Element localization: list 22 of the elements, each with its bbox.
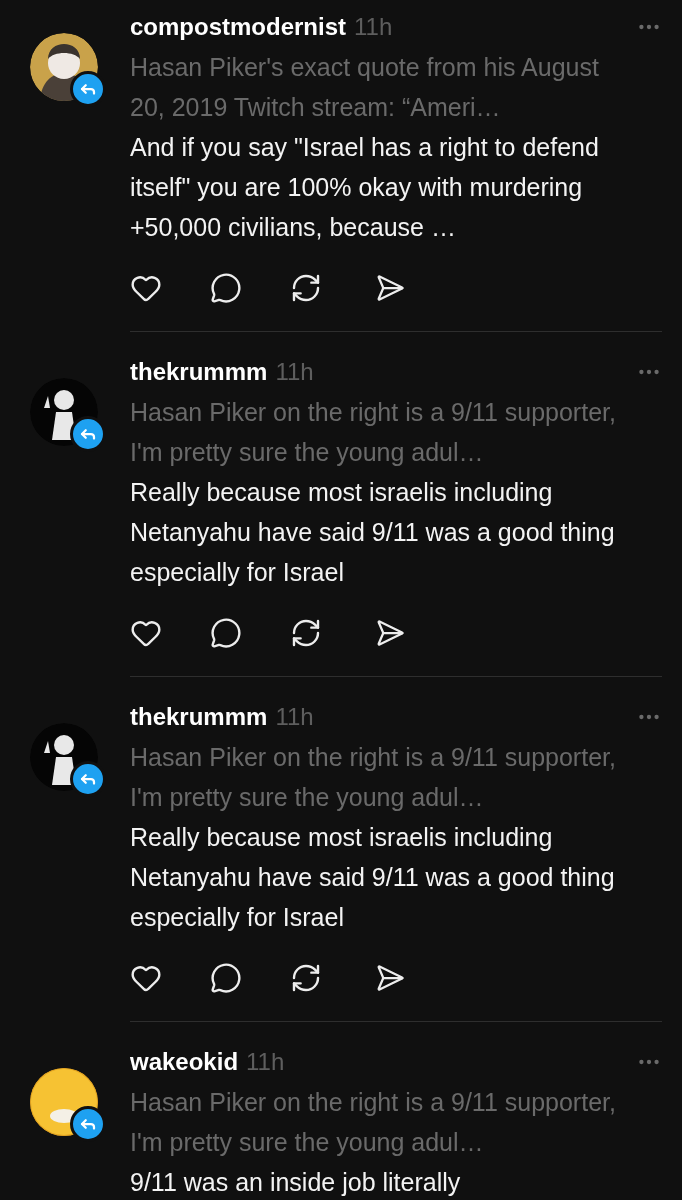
- username[interactable]: thekrummm: [130, 352, 268, 392]
- comment-icon[interactable]: [210, 272, 242, 304]
- post-time: 11h: [275, 357, 314, 387]
- quoted-text: Hasan Piker on the right is a 9/11 supporter, I'm pretty sure the young adul…: [130, 1087, 617, 1158]
- quoted-text: Hasan Piker on the right is a 9/11 supporter, I'm pretty sure the young adul…: [130, 742, 617, 813]
- post-time: 11h: [275, 702, 314, 732]
- post-time: 11h: [354, 12, 393, 42]
- post-time: 11h: [246, 1047, 285, 1077]
- username[interactable]: compostmodernist: [130, 7, 347, 47]
- comment-icon[interactable]: [210, 617, 242, 649]
- reply-text: Really because most israelis including Netanyahu have said 9/11 was a good thing especially for Israel: [130, 477, 616, 588]
- quoted-text: Hasan Piker on the right is a 9/11 supporter, I'm pretty sure the young adul…: [130, 397, 617, 468]
- username[interactable]: wakeokid: [130, 1042, 239, 1082]
- username[interactable]: thekrummm: [130, 697, 268, 737]
- repost-icon[interactable]: [290, 272, 322, 304]
- repost-icon[interactable]: [290, 617, 322, 649]
- repost-icon[interactable]: [290, 962, 322, 994]
- reply-text: Really because most israelis including Netanyahu have said 9/11 was a good thing especially for Israel: [130, 822, 616, 933]
- quoted-text: Hasan Piker's exact quote from his August 20, 2019 Twitch stream: “Ameri…: [130, 52, 600, 123]
- reply-text: 9/11 was an inside job literally: [130, 1167, 462, 1198]
- comment-icon[interactable]: [210, 962, 242, 994]
- reply-text: And if you say "Israel has a right to defend itself" you are 100% okay with murdering +50,000 civilians, because …: [130, 132, 600, 243]
